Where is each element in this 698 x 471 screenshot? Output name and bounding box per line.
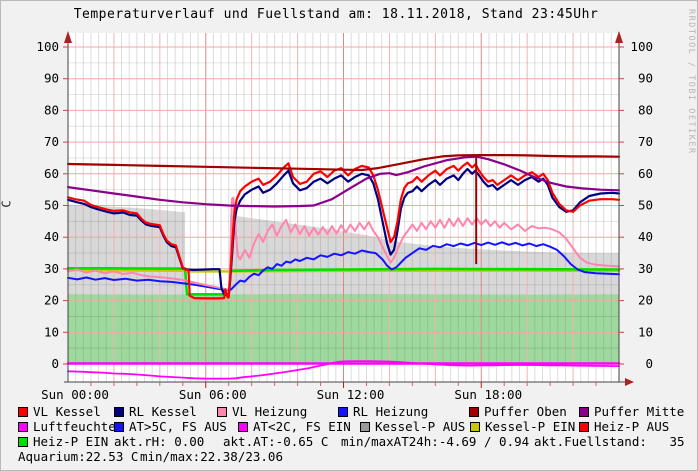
- legend-item: Kessel-P AUS: [360, 420, 465, 433]
- legend-item: Luftfeuchte: [18, 420, 116, 433]
- legend-item: Aquarium:22.53 C: [18, 450, 138, 463]
- legend-item: akt.Fuellstand: 35: [534, 435, 685, 448]
- legend-swatch: [238, 422, 248, 432]
- legend-swatch: [114, 407, 124, 417]
- legend-label: Heiz-P EIN: [33, 434, 109, 449]
- legend-item: VL Kessel: [18, 405, 101, 418]
- legend-item: AT<2C, FS EIN: [238, 420, 351, 433]
- legend-label: RL Heizung: [353, 404, 429, 419]
- legend-swatch: [579, 407, 589, 417]
- legend-swatch: [338, 407, 348, 417]
- legend-label: Aquarium:22.53 C: [18, 449, 139, 464]
- legend-label: VL Heizung: [232, 404, 308, 419]
- legend-swatch: [360, 422, 370, 432]
- legend-item: min/maxAT24h:-4.69 / 0.94: [341, 435, 529, 448]
- legend-item: Heiz-P AUS: [579, 420, 669, 433]
- legend-item: VL Heizung: [217, 405, 307, 418]
- legend-swatch: [18, 437, 28, 447]
- legend-swatch: [114, 422, 124, 432]
- legend-swatch: [18, 422, 28, 432]
- legend-item: Heiz-P EIN: [18, 435, 108, 448]
- legend-swatch: [469, 407, 479, 417]
- legend-label: min/maxAT24h:-4.69 / 0.94: [341, 434, 530, 449]
- legend-item: RL Heizung: [338, 405, 428, 418]
- legend-item: akt.rH: 0.00: [114, 435, 204, 448]
- legend-item: akt.AT:-0.65 C: [223, 435, 328, 448]
- legend-item: Puffer Mitte: [579, 405, 684, 418]
- legend-label: Puffer Mitte: [594, 404, 685, 419]
- legend-swatch: [579, 422, 589, 432]
- legend-swatch: [470, 422, 480, 432]
- chart-legend: VL Kessel RL Kessel VL Heizung RL Heizung Pu…: [1, 1, 697, 470]
- legend-label: min/max:22.38/23.06: [140, 449, 283, 464]
- legend-label: RL Kessel: [129, 404, 197, 419]
- legend-label: Kessel-P AUS: [375, 419, 466, 434]
- legend-item: RL Kessel: [114, 405, 197, 418]
- rrd-graph-figure: Temperaturverlauf und Fuellstand am: 18.…: [0, 0, 698, 471]
- legend-item: AT>5C, FS AUS: [114, 420, 227, 433]
- legend-label: Luftfeuchte: [33, 419, 116, 434]
- legend-label: AT>5C, FS AUS: [129, 419, 227, 434]
- legend-label: Kessel-P EIN: [485, 419, 576, 434]
- legend-swatch: [217, 407, 227, 417]
- legend-label: akt.Fuellstand: 35: [534, 434, 685, 449]
- legend-label: akt.AT:-0.65 C: [223, 434, 329, 449]
- legend-swatch: [18, 407, 28, 417]
- legend-label: AT<2C, FS EIN: [253, 419, 351, 434]
- legend-label: VL Kessel: [33, 404, 101, 419]
- legend-label: Heiz-P AUS: [594, 419, 670, 434]
- legend-item: Kessel-P EIN: [470, 420, 575, 433]
- legend-item: min/max:22.38/23.06: [140, 450, 283, 463]
- legend-label: akt.rH: 0.00: [114, 434, 205, 449]
- legend-label: Puffer Oben: [484, 404, 567, 419]
- legend-item: Puffer Oben: [469, 405, 567, 418]
